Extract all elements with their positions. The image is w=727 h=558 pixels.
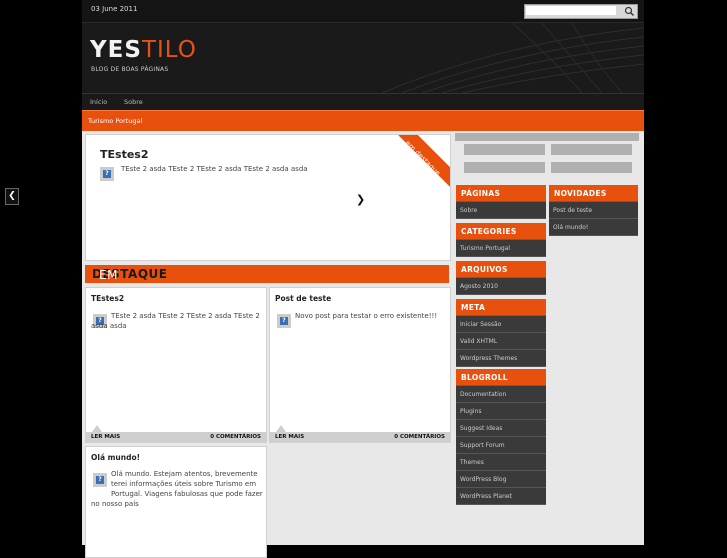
sidebar-item-label: Post de teste	[553, 207, 593, 214]
ad-placeholder	[551, 162, 632, 173]
sidebar-item-label: Valid XHTML	[460, 338, 498, 345]
post-excerpt-line: Novo post para testar o erro existente!!…	[295, 312, 438, 320]
widget-title-paginas: PÁGINAS	[456, 185, 546, 202]
blogroll-item[interactable]: Documentation	[456, 386, 546, 403]
post-excerpt: Olá mundo. Estejam atentos, brevemente t…	[91, 469, 263, 509]
sidebar-item-ola-mundo[interactable]: Olá mundo!	[549, 219, 638, 236]
post-title[interactable]: Post de teste	[275, 294, 331, 303]
blogroll-item[interactable]: WordPress Blog	[456, 471, 546, 488]
ad-placeholder	[464, 162, 545, 173]
widget-title-label: CATEGORIES	[461, 227, 517, 236]
sidebar-item-login[interactable]: Iniciar Sessão	[456, 316, 546, 333]
category-bar: Turismo Portugal	[82, 110, 644, 131]
sidebar-item-label: Turismo Portugal	[460, 245, 511, 252]
read-more-link[interactable]: LER MAIS	[91, 434, 120, 440]
widget-title-categories: CATEGORIES	[456, 223, 546, 240]
post-format-icon: ?	[93, 473, 107, 487]
widget-title-blogroll: BLOGROLL	[456, 369, 546, 386]
sidebar-item-turismo[interactable]: Turismo Portugal	[456, 240, 546, 257]
card-pointer	[92, 425, 102, 432]
post-excerpt-line: terei informações úteis sobre Turismo em	[111, 480, 257, 488]
sidebar-item-xhtml[interactable]: Valid XHTML	[456, 333, 546, 350]
sidebar-item-label: Iniciar Sessão	[460, 321, 502, 328]
widget-title-novidades: NOVIDADES	[549, 185, 638, 202]
post-format-icon: ?	[277, 314, 291, 328]
widget-title-arquivos: ARQUIVOS	[456, 261, 546, 278]
top-bar: 03 June 2011	[82, 0, 644, 23]
post-excerpt: Novo post para testar o erro existente!!…	[295, 311, 437, 321]
widget-title-label: BLOGROLL	[461, 373, 508, 382]
logo-part1: YES	[90, 37, 142, 63]
next-arrow-icon[interactable]: ❯	[356, 193, 365, 206]
comments-link[interactable]: 0 COMENTÁRIOS	[394, 434, 445, 440]
widget-title-label: ARQUIVOS	[461, 265, 508, 274]
page-container: 03 June 2011 YESTILO BLOG DE BOAS PÁGINA…	[82, 0, 644, 558]
blogroll-item[interactable]: Plugins	[456, 403, 546, 420]
card-footer: LER MAIS 0 COMENTÁRIOS	[86, 432, 266, 442]
featured-excerpt: TEste 2 asda TEste 2 TEste 2 asda TEste …	[121, 165, 308, 173]
card-footer: LER MAIS 0 COMENTÁRIOS	[270, 432, 450, 442]
section-label-light: EM	[99, 268, 118, 282]
post-title[interactable]: Olá mundo!	[91, 453, 140, 462]
widget-title-meta: META	[456, 299, 546, 316]
sidebar-banner-placeholder	[455, 133, 639, 141]
sidebar-item-label: Sobre	[460, 207, 478, 214]
sidebar-item-agosto[interactable]: Agosto 2010	[456, 278, 546, 295]
post-excerpt-line: no nosso país	[91, 500, 139, 508]
nav-item-sobre[interactable]: Sobre	[124, 98, 143, 106]
post-excerpt: TEste 2 asda TEste 2 TEste 2 asda TEste …	[91, 311, 260, 331]
widget-title-label: NOVIDADES	[554, 189, 607, 198]
featured-slider: TEstes2 ? TEste 2 asda TEste 2 TEste 2 a…	[85, 134, 451, 261]
widget-title-label: PÁGINAS	[461, 189, 501, 198]
post-format-icon: ?	[100, 167, 114, 181]
sidebar-item-wp-themes[interactable]: Wordpress Themes	[456, 350, 546, 367]
section-header: EM DESTAQUE	[85, 265, 449, 283]
read-more-link[interactable]: LER MAIS	[275, 434, 304, 440]
blogroll-item[interactable]: Suggest Ideas	[456, 420, 546, 437]
post-card: Post de teste ? Novo post para testar o …	[269, 287, 451, 443]
card-pointer	[276, 425, 286, 432]
featured-ribbon: em destaque	[390, 135, 450, 191]
logo-part2: TILO	[141, 37, 197, 63]
sidebar-item-label: Themes	[460, 459, 484, 466]
site-logo[interactable]: YESTILO	[90, 37, 197, 63]
site-header: YESTILO BLOG DE BOAS PÁGINAS	[82, 23, 644, 93]
comments-link[interactable]: 0 COMENTÁRIOS	[210, 434, 261, 440]
sidebar-item-label: Wordpress Themes	[460, 355, 518, 362]
search-input[interactable]	[526, 6, 616, 15]
sidebar-item-label: Documentation	[460, 391, 507, 398]
prev-arrow-icon[interactable]: ❮	[5, 188, 19, 205]
search-box	[524, 4, 638, 19]
featured-title[interactable]: TEstes2	[100, 148, 149, 161]
post-excerpt-line: asda asda	[91, 322, 127, 330]
post-excerpt-line: Portugal. Viagens fabulosas que pode faz…	[111, 490, 263, 498]
blogroll-item[interactable]: Support Forum	[456, 437, 546, 454]
sidebar-item-label: Olá mundo!	[553, 224, 589, 231]
ribbon-label: em destaque	[403, 139, 442, 178]
post-excerpt-line: Olá mundo. Estejam atentos, brevemente	[111, 470, 258, 478]
sidebar-item-label: Support Forum	[460, 442, 505, 449]
post-excerpt-line: TEste 2 asda TEste 2 TEste 2 asda TEste …	[111, 312, 260, 320]
sidebar-item-sobre[interactable]: Sobre	[456, 202, 546, 219]
blogroll-item[interactable]: Themes	[456, 454, 546, 471]
sidebar-item-label: Suggest Ideas	[460, 425, 503, 432]
site-tagline: BLOG DE BOAS PÁGINAS	[91, 66, 169, 73]
nav-item-inicio[interactable]: Início	[90, 98, 107, 106]
sidebar-item-label: WordPress Blog	[460, 476, 507, 483]
widget-title-label: META	[461, 303, 486, 312]
blogroll-item[interactable]: WordPress Planet	[456, 488, 546, 505]
sidebar-item-label: WordPress Planet	[460, 493, 512, 500]
ad-placeholder	[464, 144, 545, 155]
post-card: TEstes2 ? TEste 2 asda TEste 2 TEste 2 a…	[85, 287, 267, 443]
category-link[interactable]: Turismo Portugal	[88, 117, 142, 125]
sidebar-item-post-de-teste[interactable]: Post de teste	[549, 202, 638, 219]
sidebar-item-label: Agosto 2010	[460, 283, 498, 290]
ad-placeholder	[551, 144, 632, 155]
main-nav: Início Sobre	[82, 93, 644, 110]
sidebar-item-label: Plugins	[460, 408, 482, 415]
search-icon[interactable]	[624, 6, 635, 17]
post-card: Olá mundo! ? Olá mundo. Estejam atentos,…	[85, 446, 267, 558]
post-title[interactable]: TEstes2	[91, 294, 124, 303]
date-label: 03 June 2011	[91, 5, 138, 13]
